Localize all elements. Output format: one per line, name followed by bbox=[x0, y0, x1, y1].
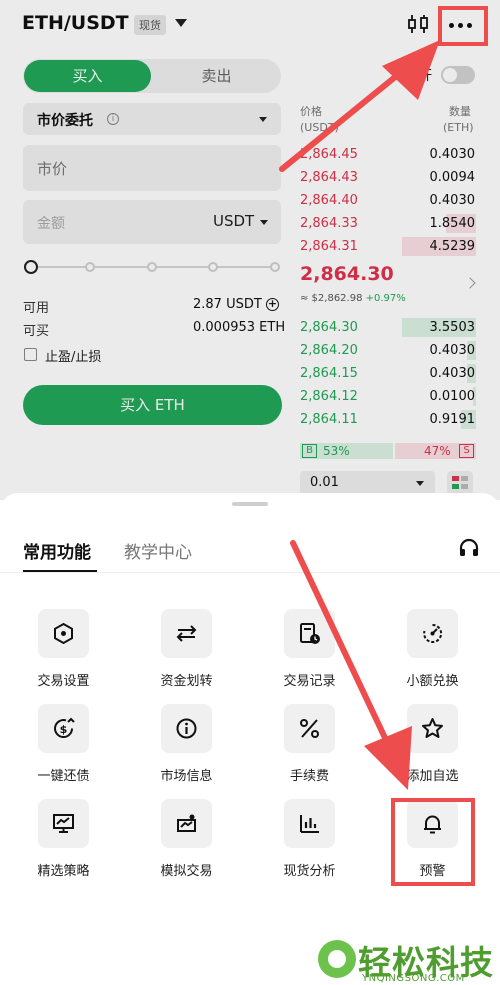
highlight-more-button bbox=[438, 6, 488, 46]
strategy-chart-icon bbox=[53, 814, 74, 833]
function-label: 市场信息 bbox=[160, 769, 213, 784]
repay-dollar-icon: $ bbox=[54, 717, 75, 738]
function-item-info-circle[interactable]: 市场信息 bbox=[143, 704, 233, 790]
percent-icon bbox=[300, 719, 319, 738]
function-label: 资金划转 bbox=[160, 674, 213, 689]
record-clock-icon bbox=[300, 623, 320, 644]
brand-logo-icon bbox=[318, 940, 356, 978]
function-icon-tile bbox=[284, 609, 335, 658]
function-icon-tile bbox=[161, 704, 212, 753]
highlight-alert-item bbox=[391, 798, 475, 886]
function-item-bar-analysis[interactable]: 现货分析 bbox=[266, 799, 356, 885]
dust-convert-icon bbox=[423, 623, 443, 643]
function-icon-tile bbox=[284, 704, 335, 753]
tab-common-functions[interactable]: 常用功能 bbox=[23, 538, 91, 563]
function-label: 精选策略 bbox=[37, 864, 90, 879]
function-icon-tile bbox=[407, 704, 458, 753]
function-label: 小额兑换 bbox=[406, 674, 459, 689]
brand-domain: YNQINGSONG.COM bbox=[362, 973, 465, 984]
function-label: 交易记录 bbox=[283, 674, 336, 689]
tab-education-center[interactable]: 教学中心 bbox=[124, 538, 192, 563]
transfer-arrows-icon bbox=[176, 625, 197, 642]
function-label: 模拟交易 bbox=[160, 864, 213, 879]
bar-analysis-icon bbox=[300, 815, 319, 833]
svg-text:$: $ bbox=[60, 723, 68, 736]
demo-trade-icon bbox=[177, 814, 196, 832]
function-item-percent[interactable]: 手续费 bbox=[266, 704, 356, 790]
function-icon-tile bbox=[38, 799, 89, 848]
function-item-transfer-arrows[interactable]: 资金划转 bbox=[143, 609, 233, 695]
function-icon-tile bbox=[161, 609, 212, 658]
function-label: 手续费 bbox=[289, 769, 329, 784]
function-icon-tile: $ bbox=[38, 704, 89, 753]
function-label: 交易设置 bbox=[37, 674, 90, 689]
function-label: 添加自选 bbox=[406, 769, 459, 784]
function-item-star[interactable]: 添加自选 bbox=[389, 704, 479, 790]
star-icon bbox=[422, 718, 443, 738]
hexagon-settings-icon bbox=[54, 622, 73, 645]
divider bbox=[0, 572, 500, 573]
function-item-hexagon-settings[interactable]: 交易设置 bbox=[20, 609, 110, 695]
function-label: 现货分析 bbox=[283, 864, 336, 879]
function-item-strategy-chart[interactable]: 精选策略 bbox=[20, 799, 110, 885]
info-circle-icon bbox=[176, 718, 197, 739]
function-item-demo-trade[interactable]: 模拟交易 bbox=[143, 799, 233, 885]
function-label: 一键还债 bbox=[37, 769, 90, 784]
trading-screen: ETH/USDT 现货 买入 卖出 杠杆 市价委托 i 市价 金额 USDT 可… bbox=[0, 0, 500, 500]
sheet-drag-handle[interactable] bbox=[232, 502, 268, 506]
function-item-dust-convert[interactable]: 小额兑换 bbox=[389, 609, 479, 695]
function-item-repay-dollar[interactable]: $ 一键还债 bbox=[20, 704, 110, 790]
function-icon-tile bbox=[38, 609, 89, 658]
function-icon-tile bbox=[407, 609, 458, 658]
headset-icon[interactable] bbox=[458, 537, 480, 559]
function-item-record-clock[interactable]: 交易记录 bbox=[266, 609, 356, 695]
modal-backdrop[interactable] bbox=[0, 0, 500, 500]
function-icon-tile bbox=[284, 799, 335, 848]
function-sheet: 常用功能 教学中心 交易设置 资金划转 交易记录 小额兑换 $ 一键还债 市场信息 手续费 添加… bbox=[0, 493, 500, 985]
function-icon-tile bbox=[161, 799, 212, 848]
